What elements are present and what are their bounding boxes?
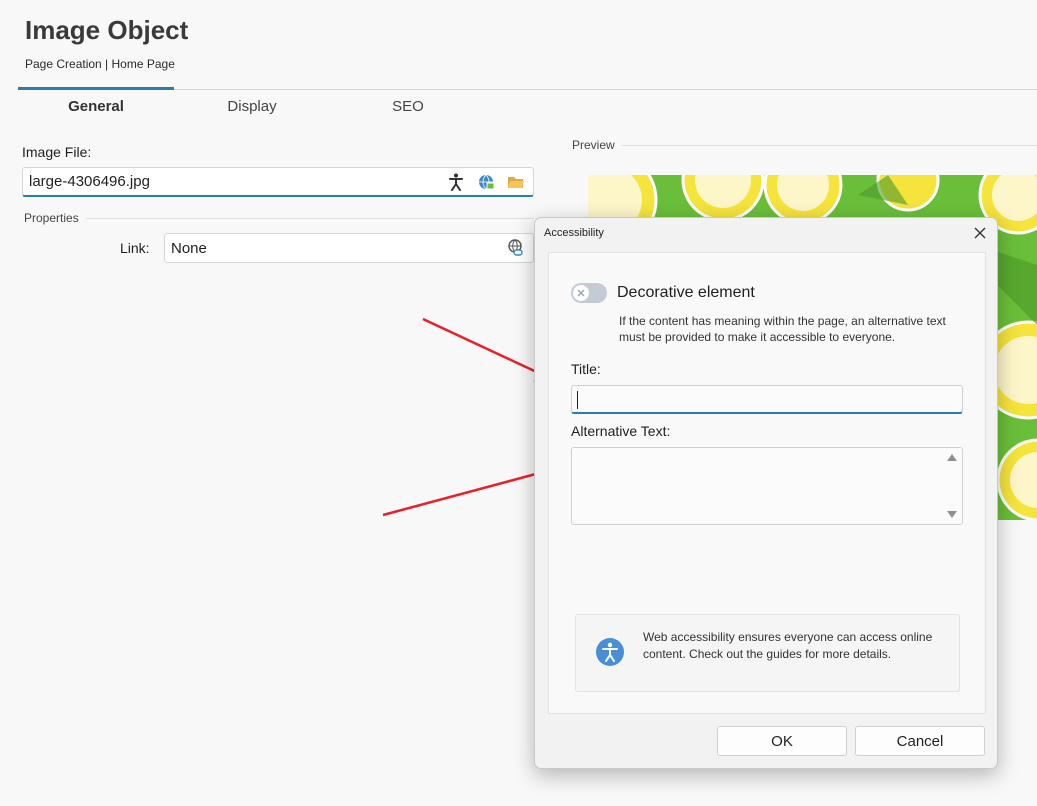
tab-general[interactable]: General [18, 98, 174, 115]
accessibility-icon[interactable] [445, 171, 467, 193]
alt-text-label: Alternative Text: [571, 423, 671, 439]
decorative-toggle[interactable] [571, 283, 607, 303]
dialog-content-panel: Decorative element If the content has me… [548, 252, 986, 714]
scroll-down-icon[interactable] [947, 511, 957, 518]
properties-section-label: Properties [24, 211, 79, 225]
image-file-field[interactable]: large-4306496.jpg [22, 167, 534, 197]
preview-label: Preview [572, 138, 615, 152]
cancel-button[interactable]: Cancel [855, 726, 985, 756]
accessibility-info-icon [595, 637, 625, 667]
dialog-title: Accessibility [544, 227, 604, 239]
link-label: Link: [120, 240, 150, 256]
active-tab-indicator [18, 87, 174, 90]
title-label: Title: [571, 361, 601, 377]
properties-divider [86, 218, 534, 219]
decorative-label: Decorative element [617, 284, 755, 301]
link-value: None [171, 239, 207, 257]
ok-button[interactable]: OK [717, 726, 847, 756]
close-icon[interactable] [971, 224, 989, 242]
preview-divider [622, 145, 1037, 146]
decorative-help-text: If the content has meaning within the pa… [619, 314, 946, 344]
accessibility-dialog: Accessibility Decorative element If the … [534, 217, 998, 769]
accessibility-info-box: Web accessibility ensures everyone can a… [575, 614, 960, 692]
open-folder-icon[interactable] [505, 171, 527, 193]
link-icon[interactable] [505, 237, 527, 259]
tab-seo[interactable]: SEO [330, 98, 486, 115]
image-file-value: large-4306496.jpg [29, 173, 150, 190]
accessibility-info-text: Web accessibility ensures everyone can a… [643, 630, 933, 661]
link-field[interactable]: None [164, 233, 534, 263]
alt-text-input[interactable] [571, 447, 963, 525]
scroll-up-icon[interactable] [947, 454, 957, 461]
web-image-icon[interactable] [475, 171, 497, 193]
image-file-label: Image File: [22, 144, 92, 160]
text-caret [577, 391, 578, 409]
title-input[interactable] [571, 385, 963, 414]
toggle-off-icon [573, 285, 589, 301]
breadcrumb: Page Creation | Home Page [25, 57, 175, 71]
tab-display[interactable]: Display [174, 98, 330, 115]
page-title: Image Object [25, 15, 189, 45]
